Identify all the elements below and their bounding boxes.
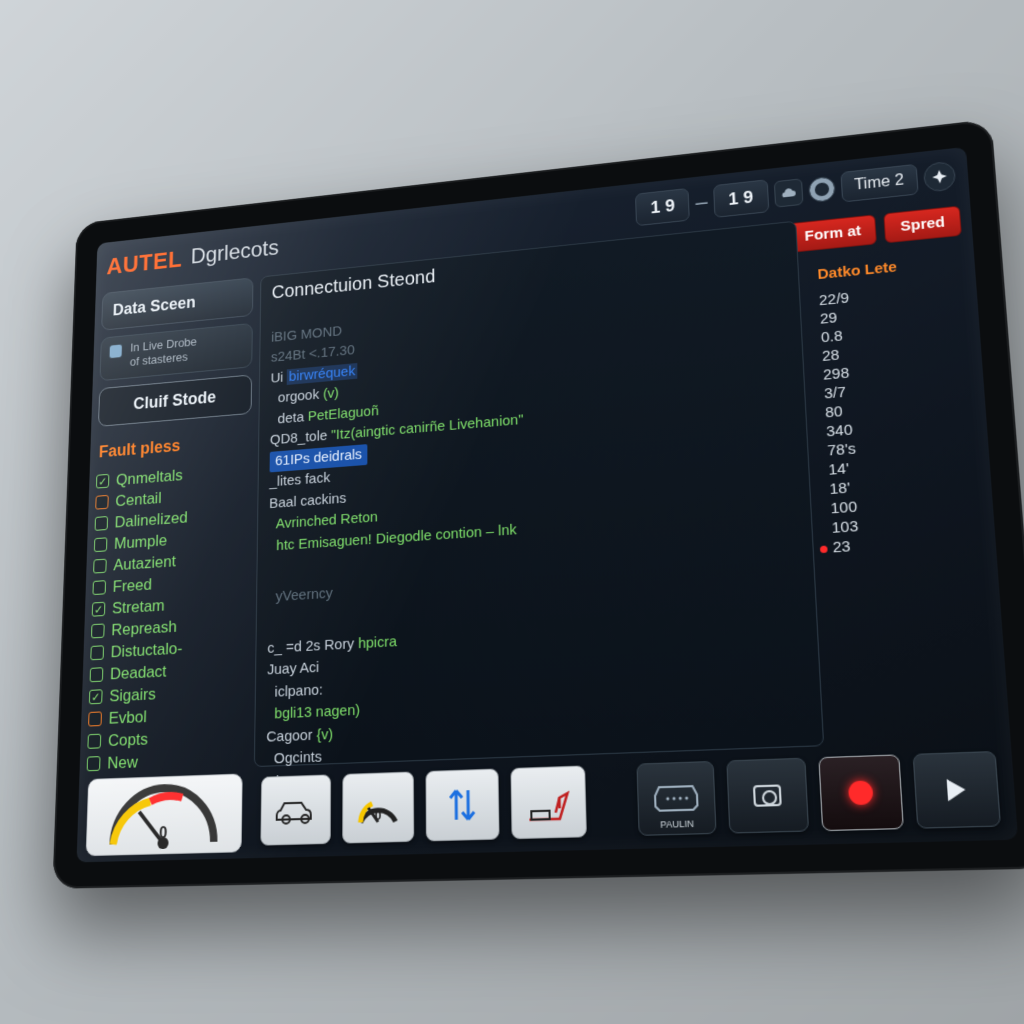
checkbox-icon[interactable] [88,711,102,726]
gear-icon[interactable] [808,176,836,203]
action-buttons: Form at Spred [789,206,962,253]
fault-item[interactable]: New [87,748,247,774]
checkbox-icon[interactable] [92,602,106,617]
fault-item-label: Copts [108,729,148,750]
fault-item[interactable]: Evbol [88,702,247,729]
checkbox-icon[interactable] [91,623,105,638]
obd-button[interactable]: PAULIN [636,761,716,836]
sidebar: Data Sceen In Live Drobe of stasteres Cl… [87,277,254,773]
fault-item-label: Evbol [108,707,147,728]
code-block[interactable]: iBIG MOND s24Bt <.17.30 Ui birwréquek or… [265,256,813,816]
fault-item-label: Autazient [113,552,176,575]
right-value-list: 22/9290.8282983/78034078's14'18'10010323 [819,280,977,557]
gauge-small-icon: 0 [355,786,402,829]
fault-item-label: Deadact [110,662,167,684]
checkbox-icon[interactable] [93,559,106,574]
counter-a: 1 9 [635,187,690,225]
arrows-icon [442,784,482,827]
play-button[interactable] [913,751,1001,829]
cloud-icon[interactable] [774,178,804,207]
crane-button[interactable] [510,765,586,839]
play-icon [947,779,967,802]
brand-logo: AUTEL [106,245,182,280]
cluif-stode-button[interactable]: Cluif Stode [98,374,252,426]
checkbox-icon[interactable] [92,580,106,595]
fault-item-label: Qnmeltals [116,466,183,490]
checkbox-icon[interactable] [90,645,104,660]
checkbox-icon[interactable] [95,516,108,531]
main-panel: Connectuion Steond iBIG MOND s24Bt <.17.… [254,221,824,767]
speed-button[interactable]: Spred [884,206,962,244]
app-title: Dgrlecots [190,236,279,270]
fault-item-label: Freed [112,575,152,596]
live-data-subpanel[interactable]: In Live Drobe of stasteres [100,323,253,381]
gauge-button[interactable]: 0 [342,771,414,843]
snapshot-button[interactable] [726,758,809,834]
gauge-icon: 0 [95,781,234,855]
arrows-button[interactable] [425,768,499,841]
checkbox-icon[interactable] [94,537,107,552]
fault-item-label: Repreash [111,617,177,640]
checkbox-icon[interactable] [89,689,103,704]
camera-icon [753,784,782,806]
fault-item[interactable]: Copts [87,725,247,751]
checkbox-icon[interactable] [87,756,101,771]
checkbox-icon[interactable] [95,495,108,510]
record-button[interactable] [818,754,904,831]
counter-b: 1 9 [713,179,769,218]
obd-icon [653,782,700,815]
checkbox-icon[interactable] [87,734,101,749]
obd-label: PAULIN [660,818,694,830]
gauge-tile[interactable]: 0 [86,773,243,856]
crane-icon [525,781,572,824]
location-icon[interactable] [923,161,956,193]
fault-item-label: Sigairs [109,684,156,706]
fault-header: Fault pless [99,430,250,462]
fault-item-label: Distuctalo- [110,639,182,662]
fault-item-label: Mumple [114,531,168,553]
dash-separator: – [695,190,708,216]
right-panel: Datko Lete 22/9290.8282983/78034078's14'… [807,246,985,557]
checkbox-icon[interactable] [96,474,109,489]
car-icon [273,794,319,826]
vehicle-button[interactable] [260,774,331,845]
right-header: Datko Lete [817,253,958,283]
fault-item-label: New [107,752,138,773]
time-button[interactable]: Time 2 [840,164,919,203]
record-icon [848,780,874,805]
gauge-value: 0 [159,825,168,843]
fault-item-label: Centail [115,489,162,511]
svg-text:0: 0 [375,809,382,823]
format-button[interactable]: Form at [789,214,878,253]
fault-item-label: Dalinelized [114,508,187,532]
data-screen-button[interactable]: Data Sceen [101,277,253,330]
fault-item-label: Stretam [112,596,165,618]
checkbox-icon[interactable] [90,667,104,682]
fault-list: QnmeltalsCentailDalinelizedMumpleAutazie… [87,460,251,773]
